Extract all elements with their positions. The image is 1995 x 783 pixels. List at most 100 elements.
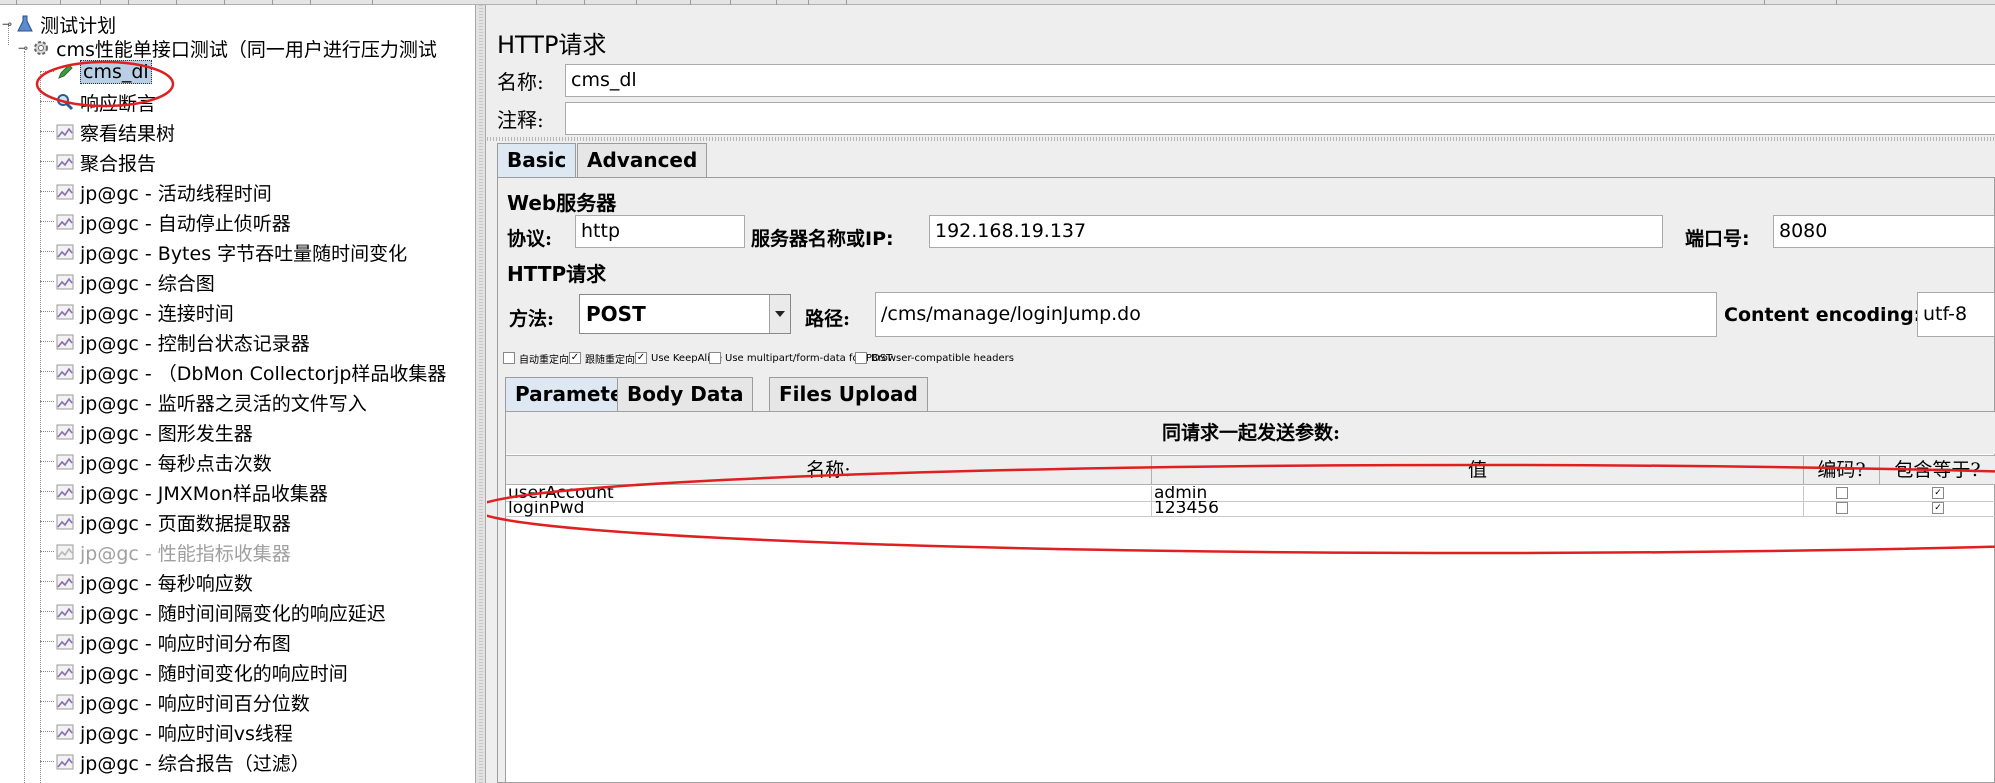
tree-node[interactable]: jp@gc - （DbMon Collectorjp样品收集器	[54, 357, 446, 387]
tab-basic[interactable]: Basic	[497, 143, 577, 177]
method-value: POST	[586, 302, 646, 326]
port-field[interactable]: 8080	[1773, 215, 1995, 248]
parameters-caption: 同请求一起发送参数:	[506, 412, 1995, 454]
tree-node[interactable]: jp@gc - 页面数据提取器	[54, 507, 291, 537]
chart-icon	[54, 301, 76, 323]
tree-node[interactable]: jp@gc - 每秒响应数	[54, 567, 253, 597]
checkbox-checked-icon[interactable]: ✓	[635, 352, 647, 364]
tree-node-label: jp@gc - 每秒点击次数	[80, 452, 272, 475]
tree-node[interactable]: jp@gc - Bytes 字节吞吐量随时间变化	[54, 237, 407, 267]
parameters-table[interactable]: 同请求一起发送参数: 名称: 值 编码? 包含等于? userAccount ad…	[505, 411, 1995, 783]
method-select[interactable]: POST	[579, 294, 791, 334]
path-field[interactable]: /cms/manage/loginJump.do	[875, 292, 1717, 337]
table-header: 名称: 值 编码? 包含等于?	[506, 455, 1995, 485]
tree-node-label: jp@gc - 随时间变化的响应时间	[80, 662, 348, 685]
column-header-encode[interactable]: 编码?	[1804, 456, 1880, 485]
tree-node-label: jp@gc - 监听器之灵活的文件写入	[80, 392, 367, 415]
http-request-panel: HTTP请求 名称: cms_dl 注释: Basic Advanced Web…	[487, 5, 1995, 783]
tab-files-upload[interactable]: Files Upload	[769, 377, 928, 411]
column-header-name[interactable]: 名称:	[506, 456, 1152, 485]
server-label: 服务器名称或IP:	[751, 228, 894, 250]
path-label: 路径:	[805, 308, 851, 330]
tree-node[interactable]: jp@gc - 活动线程时间	[54, 177, 272, 207]
param-value-cell[interactable]: admin	[1152, 486, 1804, 502]
checkbox-icon[interactable]	[855, 352, 867, 364]
tree-node-label: jp@gc - 页面数据提取器	[80, 512, 291, 535]
comment-field[interactable]	[565, 102, 1995, 135]
method-label: 方法:	[509, 308, 555, 330]
tree-node[interactable]: jp@gc - 响应时间vs线程	[54, 717, 293, 747]
chevron-down-icon[interactable]	[769, 295, 790, 333]
tree-node[interactable]: jp@gc - 图形发生器	[54, 417, 253, 447]
tree-node-label: 聚合报告	[80, 152, 157, 175]
tree-node[interactable]: jp@gc - 响应时间分布图	[54, 627, 291, 657]
tree-node[interactable]: 聚合报告	[54, 147, 156, 177]
option-checkbox[interactable]: ✓ 跟随重定向	[569, 351, 635, 366]
column-header-include-equals[interactable]: 包含等于?	[1880, 456, 1995, 485]
server-field[interactable]: 192.168.19.137	[929, 215, 1663, 248]
tree-node-label: jp@gc - 图形发生器	[80, 422, 253, 445]
tree-node[interactable]: jp@gc - 性能指标收集器	[54, 537, 291, 567]
checkbox-icon[interactable]	[1836, 502, 1848, 514]
param-value-cell[interactable]: 123456	[1152, 501, 1804, 517]
chart-icon	[54, 571, 76, 593]
protocol-field[interactable]: http	[575, 215, 745, 248]
chart-icon	[54, 181, 76, 203]
tree-node[interactable]: jp@gc - 随时间间隔变化的响应延迟	[54, 597, 386, 627]
chart-icon	[54, 391, 76, 413]
tree-node-label: jp@gc - 自动停止侦听器	[80, 212, 291, 235]
column-header-value[interactable]: 值	[1152, 456, 1804, 485]
test-plan-tree[interactable]: ⊸ 测试计划 ⊸ cms性能单接口测试（同一用户进行压力测试 cms_dl 响应…	[0, 5, 476, 783]
tree-node[interactable]: jp@gc - 连接时间	[54, 297, 234, 327]
tree-node[interactable]: 响应断言	[54, 87, 156, 117]
encoding-field[interactable]: utf-8	[1917, 292, 1995, 337]
tab-body-data[interactable]: Body Data	[617, 377, 754, 411]
chart-icon	[54, 211, 76, 233]
tree-node[interactable]: jp@gc - JMXMon样品收集器	[54, 477, 328, 507]
checkbox-checked-icon[interactable]: ✓	[1932, 502, 1944, 514]
chart-icon	[54, 661, 76, 683]
param-name-cell[interactable]: userAccount	[506, 486, 1152, 502]
tree-node[interactable]: jp@gc - 响应时间百分位数	[54, 687, 310, 717]
chart-icon	[54, 541, 76, 563]
tree-node-http-sampler[interactable]: cms_dl	[54, 57, 152, 87]
tree-node[interactable]: jp@gc - 综合图	[54, 267, 215, 297]
tree-node-label: jp@gc - 响应时间vs线程	[80, 722, 293, 745]
chart-icon	[54, 691, 76, 713]
chart-icon	[54, 751, 76, 773]
tree-node[interactable]: jp@gc - 监听器之灵活的文件写入	[54, 387, 367, 417]
option-label: 自动重定向	[519, 354, 569, 366]
http-request-title: HTTP请求	[507, 262, 607, 286]
chart-icon	[54, 151, 76, 173]
tree-node-label: jp@gc - 综合图	[80, 272, 215, 295]
option-checkbox[interactable]: Browser-compatible headers	[855, 351, 1014, 365]
tree-node-label: jp@gc - 控制台状态记录器	[80, 332, 310, 355]
tree-node-label: jp@gc - 综合报告（过滤）	[80, 752, 310, 775]
encoding-label: Content encoding:	[1724, 304, 1922, 326]
checkbox-icon[interactable]	[1836, 487, 1848, 499]
tree-node[interactable]: 察看结果树	[54, 117, 175, 147]
checkbox-icon[interactable]	[503, 352, 515, 364]
panel-title: HTTP请求	[497, 31, 607, 59]
table-row[interactable]: loginPwd 123456 ✓	[506, 501, 1995, 517]
tree-node[interactable]: jp@gc - 自动停止侦听器	[54, 207, 291, 237]
checkbox-checked-icon[interactable]: ✓	[1932, 487, 1944, 499]
tree-node-label: jp@gc - 每秒响应数	[80, 572, 253, 595]
param-name-cell[interactable]: loginPwd	[506, 501, 1152, 517]
chart-icon	[54, 601, 76, 623]
tree-node-label-selected: cms_dl	[80, 60, 152, 84]
tree-node[interactable]: jp@gc - 每秒点击次数	[54, 447, 272, 477]
tab-advanced[interactable]: Advanced	[577, 143, 708, 177]
checkbox-checked-icon[interactable]: ✓	[569, 352, 581, 364]
table-row[interactable]: userAccount admin ✓	[506, 486, 1995, 502]
port-label: 端口号:	[1685, 228, 1750, 250]
tree-node[interactable]: jp@gc - 控制台状态记录器	[54, 327, 310, 357]
tree-node[interactable]: jp@gc - 综合报告（过滤）	[54, 747, 310, 777]
option-checkbox[interactable]: 自动重定向	[503, 351, 569, 366]
split-pane-divider[interactable]	[476, 5, 486, 783]
name-field[interactable]: cms_dl	[565, 64, 1995, 97]
checkbox-icon[interactable]	[709, 352, 721, 364]
flask-icon	[14, 13, 36, 35]
name-label: 名称:	[497, 70, 544, 94]
tree-node[interactable]: jp@gc - 随时间变化的响应时间	[54, 657, 348, 687]
